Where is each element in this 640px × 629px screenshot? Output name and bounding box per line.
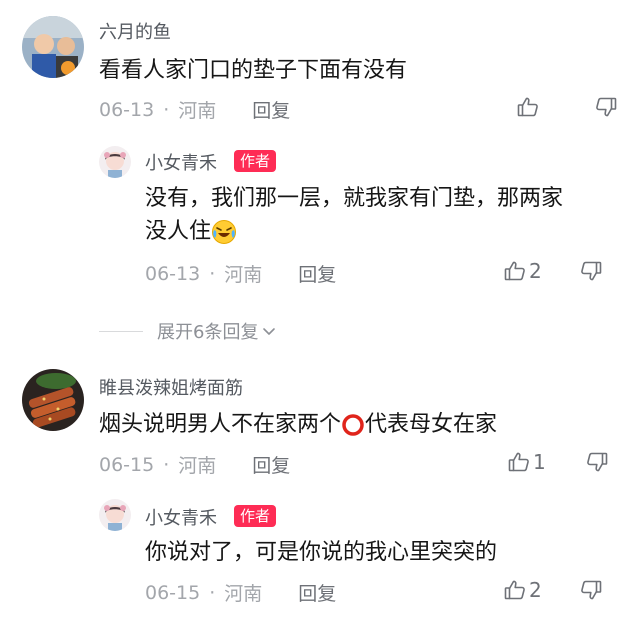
dislike-button[interactable] [585,450,609,474]
reply-text: 你说对了，可是你说的我心里突突的 [145,540,498,565]
comment-location: 河南 [178,455,217,477]
thumbs-down-icon [579,259,603,283]
comment-meta: 06-13 · 河南 回复 [99,96,290,123]
reply-meta: 06-15 · 河南 回复 [145,579,336,606]
dislike-button[interactable] [594,95,618,119]
like-button[interactable] [516,95,556,119]
comment-text: 烟头说明男人不在家两个 代表母女在家 [99,408,497,441]
comment-username[interactable]: 睢县泼辣姐烤面筋 [99,374,243,400]
meta-separator: · [163,98,170,121]
like-count: 2 [529,259,542,283]
avatar[interactable] [22,16,84,78]
dislike-button[interactable] [579,578,603,602]
comment-actions: 1 [507,450,609,474]
red-circle-emoji-icon [341,413,365,437]
divider [99,330,143,332]
like-count: 1 [533,450,546,474]
thumbs-up-icon [503,259,527,283]
comment-text-fragment: 代表母女在家 [365,412,498,437]
like-button[interactable]: 2 [503,259,543,283]
reply-text-line: 没人住 [145,215,563,248]
reply-text: 没有，我们那一层，就我家有门垫，那两家 没人住 [145,182,563,248]
author-badge: 作者 [234,505,277,527]
expand-replies-button[interactable]: 展开6条回复 [99,318,278,344]
thumbs-up-icon [516,95,540,119]
reply-username[interactable]: 小女青禾 [145,149,217,175]
comment-meta: 06-15 · 河南 回复 [99,451,290,478]
thumbs-up-icon [503,578,527,602]
meta-separator: · [209,262,216,285]
reply-actions: 2 [503,578,603,602]
reply-meta: 06-13 · 河南 回复 [145,260,336,287]
comment-text: 看看人家门口的垫子下面有没有 [99,58,408,83]
dislike-button[interactable] [579,259,603,283]
like-button[interactable]: 1 [507,450,547,474]
reply-username[interactable]: 小女青禾 [145,504,217,530]
chevron-down-icon [260,322,278,340]
reply-button[interactable]: 回复 [298,260,336,287]
reply-date: 06-13 [145,262,201,285]
avatar[interactable] [99,499,131,531]
thumbs-down-icon [594,95,618,119]
expand-replies-label: 展开6条回复 [157,322,259,343]
reply-button[interactable]: 回复 [298,579,336,606]
thumbs-down-icon [585,450,609,474]
comment-text-fragment: 烟头说明男人不在家两个 [99,412,342,437]
reply-button[interactable]: 回复 [252,96,290,123]
reply-button[interactable]: 回复 [252,451,290,478]
reply-text-line: 没有，我们那一层，就我家有门垫，那两家 [145,186,564,211]
comment-location: 河南 [178,100,217,122]
author-badge: 作者 [234,150,277,172]
comment-date: 06-13 [99,98,155,121]
thumbs-up-icon [507,450,531,474]
like-button[interactable]: 2 [503,578,543,602]
avatar[interactable] [22,369,84,431]
reply-location: 河南 [224,583,263,605]
thumbs-down-icon [579,578,603,602]
comment-date: 06-15 [99,453,155,476]
comment-actions [516,95,618,119]
laughing-crying-emoji-icon [211,219,237,245]
reply-location: 河南 [224,264,263,286]
reply-actions: 2 [503,259,603,283]
comment-username[interactable]: 六月的鱼 [99,18,171,44]
meta-separator: · [209,581,216,604]
avatar[interactable] [99,146,131,178]
reply-text-fragment: 没人住 [145,219,212,244]
like-count: 2 [529,578,542,602]
reply-date: 06-15 [145,581,201,604]
meta-separator: · [163,453,170,476]
